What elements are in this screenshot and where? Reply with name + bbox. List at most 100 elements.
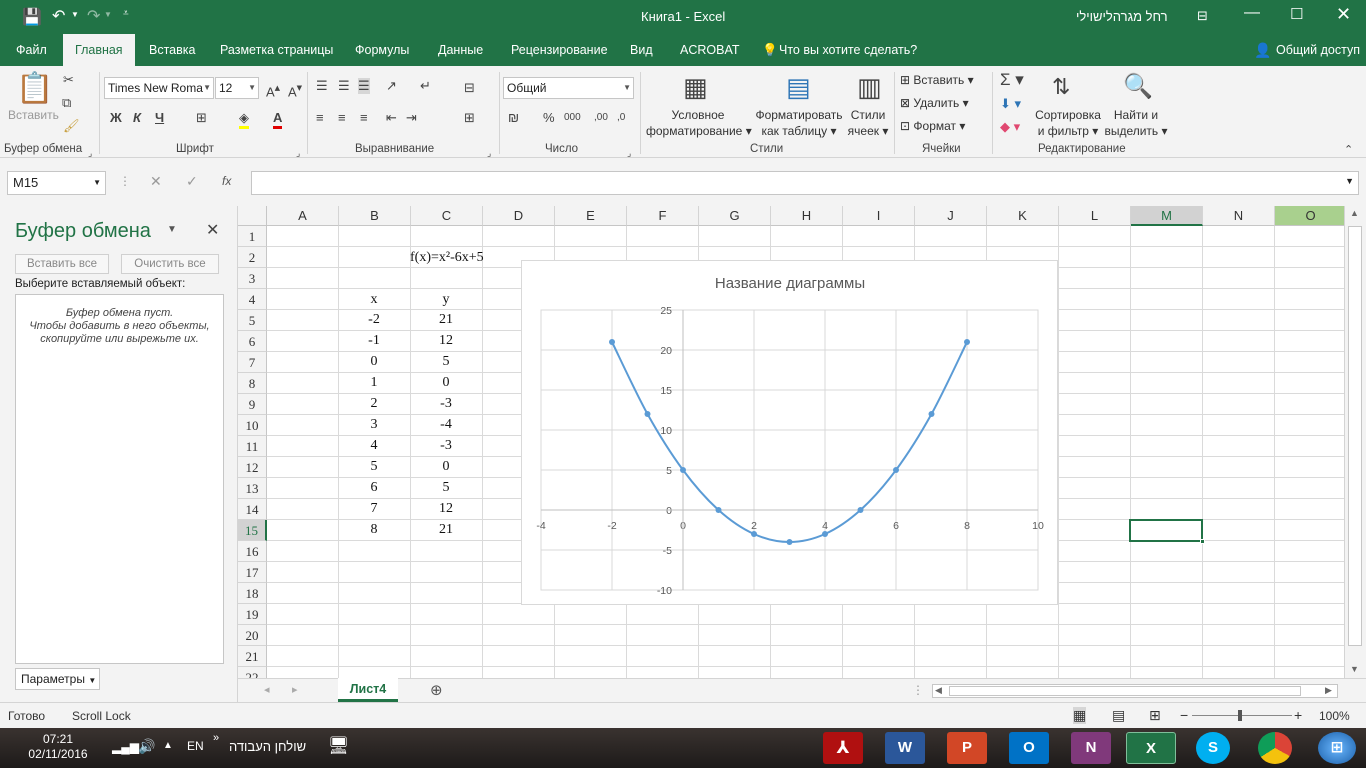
column-header-M[interactable]: M (1131, 206, 1203, 226)
row-header-5[interactable]: 5 (238, 310, 267, 331)
undo-dropdown-icon[interactable]: ▼ (71, 10, 79, 19)
insert-cells-button[interactable]: ⊞ Вставить ▾ (900, 73, 974, 87)
desktop-toolbar-label[interactable]: שולחן העבודה (229, 739, 306, 754)
volume-icon[interactable]: 🔊 (138, 738, 155, 755)
add-sheet-icon[interactable]: ⊕ (430, 681, 443, 699)
zoom-slider[interactable] (1192, 715, 1292, 716)
cancel-icon[interactable]: ✕ (150, 173, 162, 190)
tab-view[interactable]: Вид (630, 34, 653, 66)
normal-view-icon[interactable]: ▦ (1073, 707, 1087, 724)
cell-x-value[interactable]: 3 (338, 417, 410, 433)
cell-y-value[interactable]: 0 (410, 375, 482, 391)
column-header-F[interactable]: F (627, 206, 699, 226)
undo-icon[interactable]: ↶ (52, 6, 65, 26)
format-table-icon[interactable]: ▤ (786, 72, 811, 102)
data-point[interactable] (786, 539, 793, 545)
cell-y-value[interactable]: 21 (410, 522, 482, 538)
cell-formula-label[interactable]: f(x)=x²-6x+5 (410, 250, 520, 266)
column-header-C[interactable]: C (411, 206, 483, 226)
column-header-N[interactable]: N (1203, 206, 1275, 226)
expand-formula-icon[interactable]: ▼ (1345, 176, 1354, 186)
chart-area[interactable]: Название диаграммы -4-202468102520151050… (521, 260, 1058, 605)
zoom-out-icon[interactable]: − (1180, 707, 1188, 723)
row-header-7[interactable]: 7 (238, 352, 267, 373)
currency-icon[interactable]: ₪ (508, 110, 519, 126)
cell-styles-icon[interactable]: ▥ (857, 72, 882, 102)
zoom-in-icon[interactable]: + (1294, 707, 1302, 723)
data-point[interactable] (964, 339, 970, 345)
decrease-indent-icon[interactable]: ⇤ (386, 110, 397, 126)
onenote-app-icon[interactable]: N (1071, 732, 1111, 764)
paste-button[interactable]: Вставить (8, 108, 59, 122)
cell-x-value[interactable]: 0 (338, 354, 410, 370)
formula-input[interactable]: ▼ (251, 171, 1359, 195)
row-header-9[interactable]: 9 (238, 394, 267, 415)
cell-x-value[interactable]: 7 (338, 501, 410, 517)
save-icon[interactable]: 💾 (22, 7, 42, 27)
align-left-icon[interactable]: ≡ (316, 110, 324, 126)
clock[interactable]: 07:21 02/11/2016 (18, 732, 98, 762)
show-desktop-icon[interactable]: 🖥 (328, 736, 350, 756)
name-box[interactable]: M15 ▼ (7, 171, 106, 195)
cell-y-value[interactable]: -4 (410, 417, 482, 433)
skype-app-icon[interactable]: S (1196, 732, 1230, 764)
word-app-icon[interactable]: W (885, 732, 925, 764)
column-header-H[interactable]: H (771, 206, 843, 226)
data-point[interactable] (893, 467, 899, 473)
redo-icon[interactable]: ↷ (87, 6, 100, 26)
tab-formulas[interactable]: Формулы (355, 34, 409, 66)
chrome-app-icon[interactable] (1258, 732, 1292, 764)
column-header-K[interactable]: K (987, 206, 1059, 226)
cell-y-value[interactable]: -3 (410, 438, 482, 454)
tab-data[interactable]: Данные (438, 34, 483, 66)
column-header-E[interactable]: E (555, 206, 627, 226)
row-header-6[interactable]: 6 (238, 331, 267, 352)
desktop-toolbar-icon[interactable]: » (213, 732, 219, 744)
insert-function-button[interactable]: fx (222, 174, 231, 188)
column-header-D[interactable]: D (483, 206, 555, 226)
tab-insert[interactable]: Вставка (149, 34, 195, 66)
format-painter-icon[interactable]: 🖌 (63, 118, 80, 134)
row-header-21[interactable]: 21 (238, 646, 267, 667)
column-header-L[interactable]: L (1059, 206, 1131, 226)
ribbon-display-icon[interactable]: ⊟ (1197, 8, 1208, 24)
row-header-20[interactable]: 20 (238, 625, 267, 646)
row-header-2[interactable]: 2 (238, 247, 267, 268)
fill-color-icon[interactable]: ◈ (239, 110, 249, 129)
row-header-18[interactable]: 18 (238, 583, 267, 604)
redo-dropdown-icon[interactable]: ▼ (104, 10, 112, 19)
selected-cell[interactable] (1129, 519, 1203, 542)
data-point[interactable] (857, 507, 864, 513)
row-header-8[interactable]: 8 (238, 373, 267, 394)
row-header-22[interactable]: 22 (238, 667, 267, 678)
tab-split-icon[interactable]: ⋮ (912, 683, 924, 697)
collapse-ribbon-icon[interactable]: ⌃ (1344, 142, 1353, 158)
cell-y-value[interactable]: 12 (410, 333, 482, 349)
decrease-decimal-icon[interactable]: ,0 (617, 110, 625, 126)
scroll-left-icon[interactable]: ◀ (935, 685, 942, 696)
scroll-up-icon[interactable]: ▲ (1350, 208, 1359, 218)
cell-x-value[interactable]: 8 (338, 522, 410, 538)
copy-icon[interactable]: ⧉ (62, 95, 71, 111)
align-bottom-icon[interactable]: ☰ (358, 78, 370, 94)
find-select-icon[interactable]: 🔍 (1123, 72, 1153, 102)
clear-all-button[interactable]: Очистить все (121, 254, 219, 274)
increase-indent-icon[interactable]: ⇥ (406, 110, 417, 126)
data-point[interactable] (751, 531, 757, 537)
minimize-icon[interactable]: — (1244, 4, 1260, 22)
page-break-icon[interactable]: ⊞ (1149, 707, 1161, 724)
chart-title[interactable]: Название диаграммы (715, 275, 865, 292)
zoom-level[interactable]: 100% (1319, 709, 1350, 723)
align-top-icon[interactable]: ☰ (316, 78, 328, 94)
sheet-tab-active[interactable]: Лист4 (338, 678, 398, 702)
font-color-icon[interactable]: A (273, 110, 283, 129)
select-all-corner[interactable] (238, 206, 267, 226)
column-header-A[interactable]: A (267, 206, 339, 226)
sort-filter-icon[interactable]: ⇅ (1052, 72, 1070, 102)
row-header-19[interactable]: 19 (238, 604, 267, 625)
row-header-12[interactable]: 12 (238, 457, 267, 478)
cell-styles-button[interactable]: Стили ячеек ▾ (845, 107, 891, 139)
tell-me-input[interactable]: Что вы хотите сделать? (779, 34, 917, 66)
cell-y-value[interactable]: 5 (410, 480, 482, 496)
share-button[interactable]: Общий доступ (1276, 34, 1360, 66)
